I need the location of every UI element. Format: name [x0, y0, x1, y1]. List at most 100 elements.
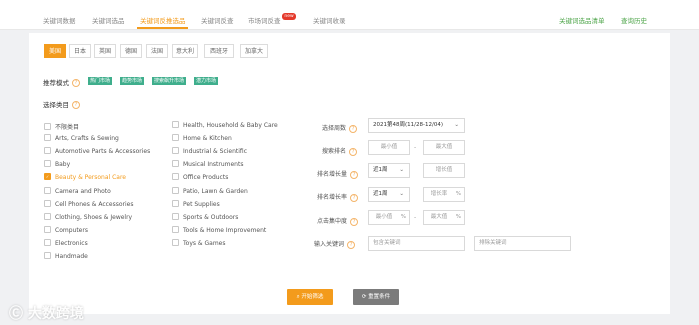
- checkbox[interactable]: [44, 147, 51, 155]
- exclude-keyword-input[interactable]: 排除关键词: [474, 236, 571, 251]
- percent-unit: %: [455, 191, 461, 197]
- category-option-label: Musical Instruments: [183, 161, 244, 169]
- category-option[interactable]: Handmade: [44, 252, 88, 260]
- help-icon[interactable]: ?: [347, 240, 356, 249]
- category-option-label: Clothing, Shoes & Jewelry: [55, 213, 133, 221]
- tab-keyword-data[interactable]: 关键词数据: [43, 15, 76, 25]
- checkbox[interactable]: [172, 134, 179, 142]
- checkbox[interactable]: [44, 212, 51, 220]
- category-option[interactable]: Camera and Photo: [44, 186, 111, 195]
- category-option-label: 不限类目: [55, 124, 80, 131]
- category-option[interactable]: Sports & Outdoors: [172, 212, 238, 221]
- concentration-min-input[interactable]: 最小值%: [368, 210, 410, 225]
- checkbox[interactable]: [172, 147, 179, 155]
- concentration-max-input[interactable]: 最大值%: [423, 210, 465, 225]
- checkbox[interactable]: [44, 160, 51, 168]
- category-option[interactable]: ✓ Beauty & Personal Care: [44, 173, 126, 182]
- category-option[interactable]: Clothing, Shoes & Jewelry: [44, 212, 133, 221]
- help-icon[interactable]: ?: [72, 79, 80, 87]
- country-ca[interactable]: 加拿大: [240, 44, 268, 58]
- country-fr[interactable]: 法国: [146, 44, 168, 58]
- help-icon[interactable]: ?: [350, 193, 359, 202]
- checkbox[interactable]: [172, 186, 179, 194]
- category-option[interactable]: Tools & Home Improvement: [172, 225, 266, 234]
- mode-potential-market[interactable]: 潜力市场: [194, 77, 219, 85]
- checkbox[interactable]: [44, 199, 51, 207]
- help-icon[interactable]: ?: [349, 124, 358, 133]
- checkbox[interactable]: [172, 225, 179, 233]
- category-option-label: Camera and Photo: [55, 187, 111, 195]
- checkbox[interactable]: [44, 238, 51, 246]
- checkbox[interactable]: [44, 186, 51, 194]
- tab-market-word-lookup[interactable]: 市场词反查: [248, 15, 281, 25]
- chevron-down-icon: ⌄: [399, 191, 404, 197]
- checkbox[interactable]: [172, 173, 179, 181]
- country-de[interactable]: 德国: [120, 44, 142, 58]
- tab-keyword-index[interactable]: 关键词收录: [313, 15, 346, 25]
- rate-period-select[interactable]: 近1周 ⌄: [368, 187, 410, 202]
- help-icon[interactable]: ?: [350, 217, 359, 226]
- category-option[interactable]: Patio, Lawn & Garden: [172, 186, 248, 195]
- rate-value-input[interactable]: 增长率%: [423, 187, 465, 202]
- checkbox[interactable]: [172, 212, 179, 220]
- checkbox[interactable]: [172, 121, 179, 128]
- period-select[interactable]: 2021第48周(11/28-12/04) ⌄: [368, 118, 465, 133]
- category-option-label: Beauty & Personal Care: [55, 174, 126, 182]
- country-es[interactable]: 西班牙: [204, 44, 234, 58]
- category-option[interactable]: Toys & Games: [172, 238, 225, 247]
- tab-keyword-reverse-lookup[interactable]: 关键词反查: [201, 15, 234, 25]
- chevron-down-icon: ⌄: [454, 122, 459, 128]
- range-dash: -: [414, 214, 417, 221]
- country-uk[interactable]: 英国: [94, 44, 116, 58]
- keyword-label: 输入关键词?: [314, 239, 356, 249]
- category-option[interactable]: Home & Kitchen: [172, 134, 232, 142]
- history-link[interactable]: 查询历史: [621, 15, 647, 25]
- category-option[interactable]: Pet Supplies: [172, 199, 220, 208]
- recommend-mode-label: 推荐模式?: [43, 77, 80, 87]
- help-icon[interactable]: ?: [349, 147, 358, 156]
- category-option-label: Office Products: [183, 174, 229, 182]
- mode-search-surge-market[interactable]: 搜索飙升市场: [152, 77, 187, 85]
- reset-button[interactable]: ⟳ 重置条件: [353, 289, 399, 305]
- checkbox[interactable]: [44, 225, 51, 233]
- country-jp[interactable]: 日本: [69, 44, 91, 58]
- category-option[interactable]: Arts, Crafts & Sewing: [44, 134, 119, 142]
- category-option[interactable]: Office Products: [172, 173, 229, 182]
- category-option-label: Automotive Parts & Accessories: [55, 148, 151, 156]
- mode-trend-market[interactable]: 趋势市场: [120, 77, 145, 85]
- country-it[interactable]: 意大利: [172, 44, 198, 58]
- category-option[interactable]: Electronics: [44, 238, 88, 247]
- category-option[interactable]: Cell Phones & Accessories: [44, 199, 134, 208]
- mode-hot-market[interactable]: 热门市场: [88, 77, 113, 85]
- country-us[interactable]: 美国: [44, 44, 66, 58]
- rank-min-input[interactable]: 最小值: [368, 140, 410, 155]
- category-option[interactable]: Industrial & Scientific: [172, 147, 247, 156]
- help-icon[interactable]: ?: [72, 101, 80, 109]
- tab-keyword-reverse-selection[interactable]: 关键词反推选品: [140, 15, 186, 25]
- rank-max-input[interactable]: 最大值: [423, 140, 465, 155]
- include-keyword-input[interactable]: 包含关键词: [368, 236, 465, 251]
- category-option[interactable]: Automotive Parts & Accessories: [44, 147, 151, 156]
- checkbox[interactable]: [172, 238, 179, 246]
- category-option-label: Industrial & Scientific: [183, 148, 247, 156]
- category-option[interactable]: 不限类目: [44, 122, 79, 131]
- start-filter-button[interactable]: ⌕ 开始筛选: [287, 289, 333, 305]
- tab-keyword-selection[interactable]: 关键词选品: [92, 15, 125, 25]
- category-option[interactable]: Health, Household & Baby Care: [172, 121, 278, 129]
- checkbox[interactable]: [44, 123, 51, 130]
- help-icon[interactable]: ?: [350, 170, 359, 179]
- category-label: 选择类目?: [43, 99, 80, 109]
- growth-period-select[interactable]: 近1周 ⌄: [368, 163, 410, 178]
- checkbox[interactable]: [172, 199, 179, 207]
- growth-value-input[interactable]: 增长值: [423, 163, 465, 178]
- checkbox[interactable]: ✓: [44, 173, 51, 181]
- category-option[interactable]: Musical Instruments: [172, 160, 244, 169]
- checkbox[interactable]: [44, 252, 51, 259]
- category-option-label: Health, Household & Baby Care: [183, 122, 278, 129]
- category-option[interactable]: Baby: [44, 160, 70, 168]
- new-badge: new: [282, 13, 296, 20]
- selection-list-link[interactable]: 关键词选品清单: [559, 15, 605, 25]
- checkbox[interactable]: [172, 160, 179, 168]
- checkbox[interactable]: [44, 134, 51, 142]
- category-option[interactable]: Computers: [44, 225, 88, 234]
